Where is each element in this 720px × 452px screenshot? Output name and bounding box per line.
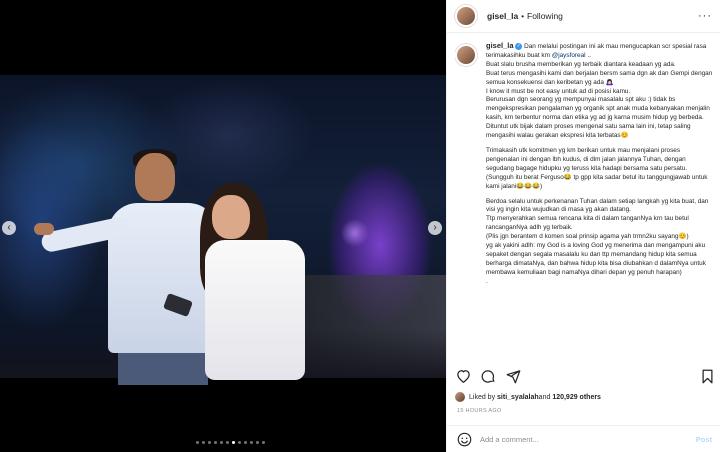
smiley-icon[interactable] [456, 431, 472, 447]
heart-icon[interactable] [455, 368, 471, 384]
carousel-dot [250, 441, 253, 444]
chevron-left-icon[interactable]: ‹ [2, 221, 16, 235]
likes-count[interactable]: 120,929 others [552, 394, 601, 401]
comment-bar: Add a comment... Post [447, 425, 720, 452]
man-hand [34, 223, 54, 235]
post-header: gisel_la • Following ··· [447, 0, 720, 33]
post-timestamp[interactable]: 15 HOURS AGO [457, 408, 502, 414]
avatar[interactable] [455, 5, 477, 27]
caption-text: gisel_la ✓ Dan melalui postingan ini ak … [486, 42, 714, 357]
caption-paragraph-3: Berdoa selalu untuk perkenanan Tuhan dal… [486, 197, 709, 241]
caption: gisel_la ✓ Dan melalui postingan ini ak … [455, 42, 715, 357]
caption-username[interactable]: gisel_la [486, 42, 514, 50]
carousel-dot [226, 441, 229, 444]
comment-icon[interactable] [480, 368, 496, 384]
likes-middle: and [538, 393, 551, 401]
liker-avatar[interactable] [455, 392, 465, 402]
carousel-dot [238, 441, 241, 444]
header-username[interactable]: gisel_la [487, 11, 518, 21]
carousel-dot [196, 441, 199, 444]
more-options-icon[interactable]: ··· [698, 10, 712, 22]
caption-paragraph-4: yg ak yakini adlh: my God is a loving Go… [486, 242, 708, 276]
carousel-dot [244, 441, 247, 444]
caption-intro-end: .. [585, 51, 591, 59]
post-photo[interactable] [0, 75, 446, 444]
post-media: ‹ › [0, 0, 446, 452]
caption-paragraph-1: Buat slalu brusha memberikan yg terbaik … [486, 60, 713, 140]
caption-paragraph-2: Trimakasih utk komitmen yg km berikan un… [486, 146, 708, 190]
share-icon[interactable] [505, 368, 521, 384]
chevron-right-icon[interactable]: › [428, 221, 442, 235]
post-sidebar: gisel_la • Following ··· gisel_la ✓ Dan … [446, 0, 720, 452]
caption-avatar[interactable] [455, 44, 477, 66]
carousel-dot [208, 441, 211, 444]
header-separator: • [521, 11, 524, 21]
liker-username[interactable]: siti_syalalah [497, 394, 539, 401]
carousel-dots [196, 441, 265, 444]
carousel-dot [220, 441, 223, 444]
woman-figure [205, 240, 305, 380]
mention-link[interactable]: @jaysforeal [552, 52, 586, 59]
woman-face [212, 195, 250, 239]
carousel-dot [214, 441, 217, 444]
carousel-dot [256, 441, 259, 444]
carousel-dot [232, 441, 235, 444]
man-head [135, 153, 175, 201]
post-comment-button[interactable]: Post [696, 435, 712, 444]
action-bar [455, 367, 715, 385]
carousel-dot [202, 441, 205, 444]
following-button[interactable]: Following [527, 11, 563, 21]
comment-input[interactable]: Add a comment... [480, 435, 696, 444]
likes-summary: Liked by siti_syalalah and 120,929 other… [455, 392, 601, 402]
bookmark-icon[interactable] [699, 368, 715, 384]
caption-trailing: . [486, 277, 488, 285]
carousel-dot [262, 441, 265, 444]
likes-prefix: Liked by [469, 393, 496, 401]
